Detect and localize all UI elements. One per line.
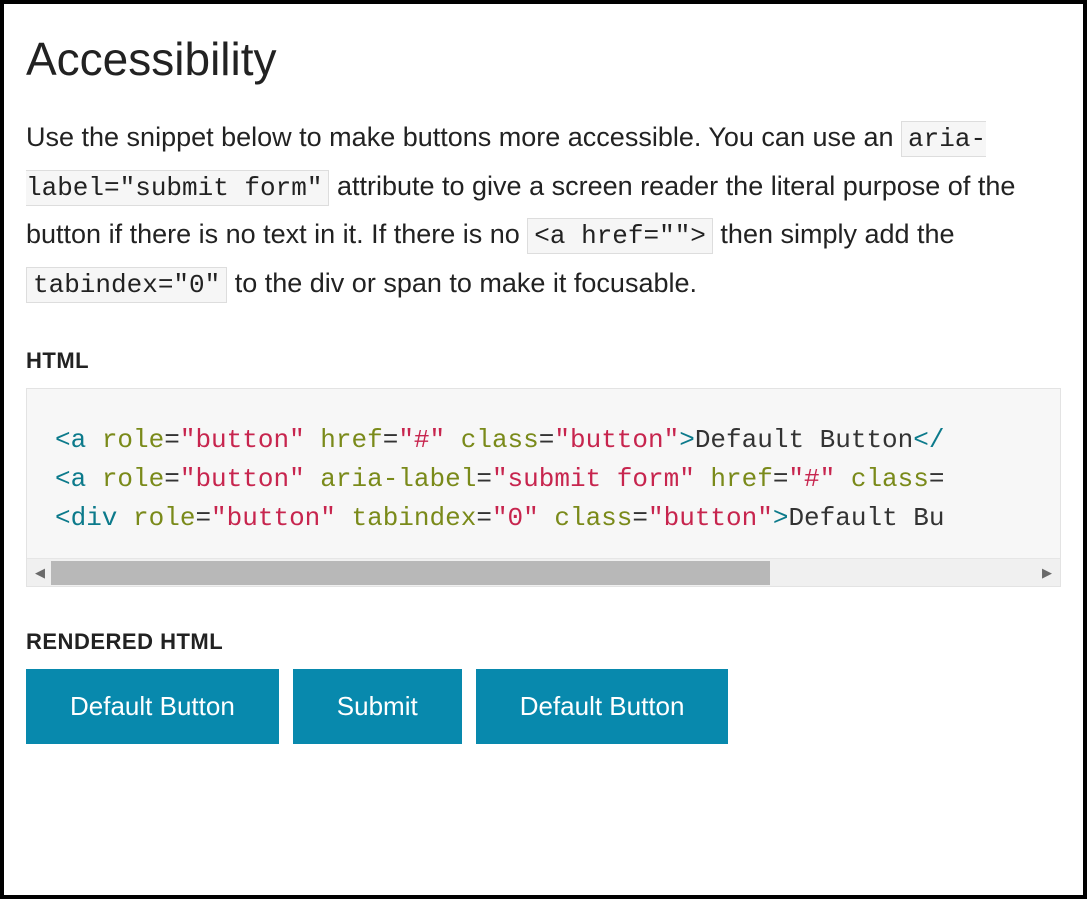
code-eq: =: [383, 425, 399, 455]
code-quote: ": [289, 464, 305, 494]
page-title: Accessibility: [26, 32, 1061, 86]
code-block: <a role="button" href="#" class="button"…: [26, 388, 1061, 587]
inline-code-tabindex: tabindex="0": [26, 267, 227, 303]
code-eq: =: [773, 464, 789, 494]
code-quote: ": [180, 425, 196, 455]
rendered-button-default-2[interactable]: Default Button: [476, 669, 729, 744]
rendered-section-label: RENDERED HTML: [26, 629, 1061, 655]
code-line: <a role="button" aria-label="submit form…: [55, 460, 1060, 499]
code-quote: ": [211, 503, 227, 533]
code-quote: ": [398, 425, 414, 455]
code-attr-value: button: [227, 503, 321, 533]
code-quote: ": [664, 425, 680, 455]
code-close-tag: </: [913, 425, 944, 455]
code-tag: <div: [55, 503, 117, 533]
code-attr-value: button: [570, 425, 664, 455]
code-tag-end: >: [773, 503, 789, 533]
code-attr-name: role: [86, 425, 164, 455]
code-attr-value: 0: [508, 503, 524, 533]
horizontal-scrollbar[interactable]: ◀ ▶: [27, 558, 1060, 586]
code-tag: <a: [55, 425, 86, 455]
scroll-track[interactable]: [51, 559, 1036, 586]
desc-text-4: to the div or span to make it focusable.: [227, 268, 697, 298]
code-quote: ": [492, 464, 508, 494]
code-quote: ": [492, 503, 508, 533]
code-quote: ": [820, 464, 836, 494]
description-paragraph: Use the snippet below to make buttons mo…: [26, 114, 1061, 308]
rendered-button-default-1[interactable]: Default Button: [26, 669, 279, 744]
code-quote: ": [554, 425, 570, 455]
code-attr-name: aria-label: [305, 464, 477, 494]
code-line: <a role="button" href="#" class="button"…: [55, 421, 1060, 460]
code-eq: =: [476, 464, 492, 494]
code-attr-value: #: [414, 425, 430, 455]
code-quote: ": [430, 425, 446, 455]
code-attr-name: class: [835, 464, 929, 494]
code-attr-value: button: [195, 464, 289, 494]
code-attr-name: class: [539, 503, 633, 533]
code-attr-name: href: [305, 425, 383, 455]
rendered-button-submit[interactable]: Submit: [293, 669, 462, 744]
code-attr-value: #: [804, 464, 820, 494]
code-eq: =: [632, 503, 648, 533]
code-eq: =: [929, 464, 945, 494]
code-quote: ": [788, 464, 804, 494]
doc-frame: Accessibility Use the snippet below to m…: [0, 0, 1087, 899]
code-tag-end: >: [679, 425, 695, 455]
code-lines: <a role="button" href="#" class="button"…: [27, 421, 1060, 546]
desc-text-3: then simply add the: [713, 219, 955, 249]
code-text: Default Button: [695, 425, 913, 455]
desc-text-1: Use the snippet below to make buttons mo…: [26, 122, 901, 152]
code-quote: ": [523, 503, 539, 533]
code-quote: ": [679, 464, 695, 494]
rendered-buttons-row: Default Button Submit Default Button: [26, 669, 1061, 744]
code-attr-name: href: [695, 464, 773, 494]
code-line: <div role="button" tabindex="0" class="b…: [55, 499, 1060, 538]
code-attr-value: submit form: [508, 464, 680, 494]
code-quote: ": [320, 503, 336, 533]
code-attr-name: class: [445, 425, 539, 455]
code-attr-value: button: [195, 425, 289, 455]
code-quote: ": [289, 425, 305, 455]
scroll-right-arrow-icon[interactable]: ▶: [1036, 559, 1058, 586]
code-attr-name: role: [117, 503, 195, 533]
code-tag: <a: [55, 464, 86, 494]
code-eq: =: [164, 425, 180, 455]
code-text: Default Bu: [788, 503, 944, 533]
code-attr-name: tabindex: [336, 503, 476, 533]
code-eq: =: [476, 503, 492, 533]
scroll-thumb[interactable]: [51, 561, 770, 585]
code-eq: =: [539, 425, 555, 455]
code-quote: ": [648, 503, 664, 533]
code-eq: =: [164, 464, 180, 494]
code-attr-value: button: [664, 503, 758, 533]
code-quote: ": [757, 503, 773, 533]
code-eq: =: [195, 503, 211, 533]
code-attr-name: role: [86, 464, 164, 494]
code-quote: ": [180, 464, 196, 494]
inline-code-a-href: <a href="">: [527, 218, 713, 254]
scroll-left-arrow-icon[interactable]: ◀: [29, 559, 51, 586]
html-section-label: HTML: [26, 348, 1061, 374]
